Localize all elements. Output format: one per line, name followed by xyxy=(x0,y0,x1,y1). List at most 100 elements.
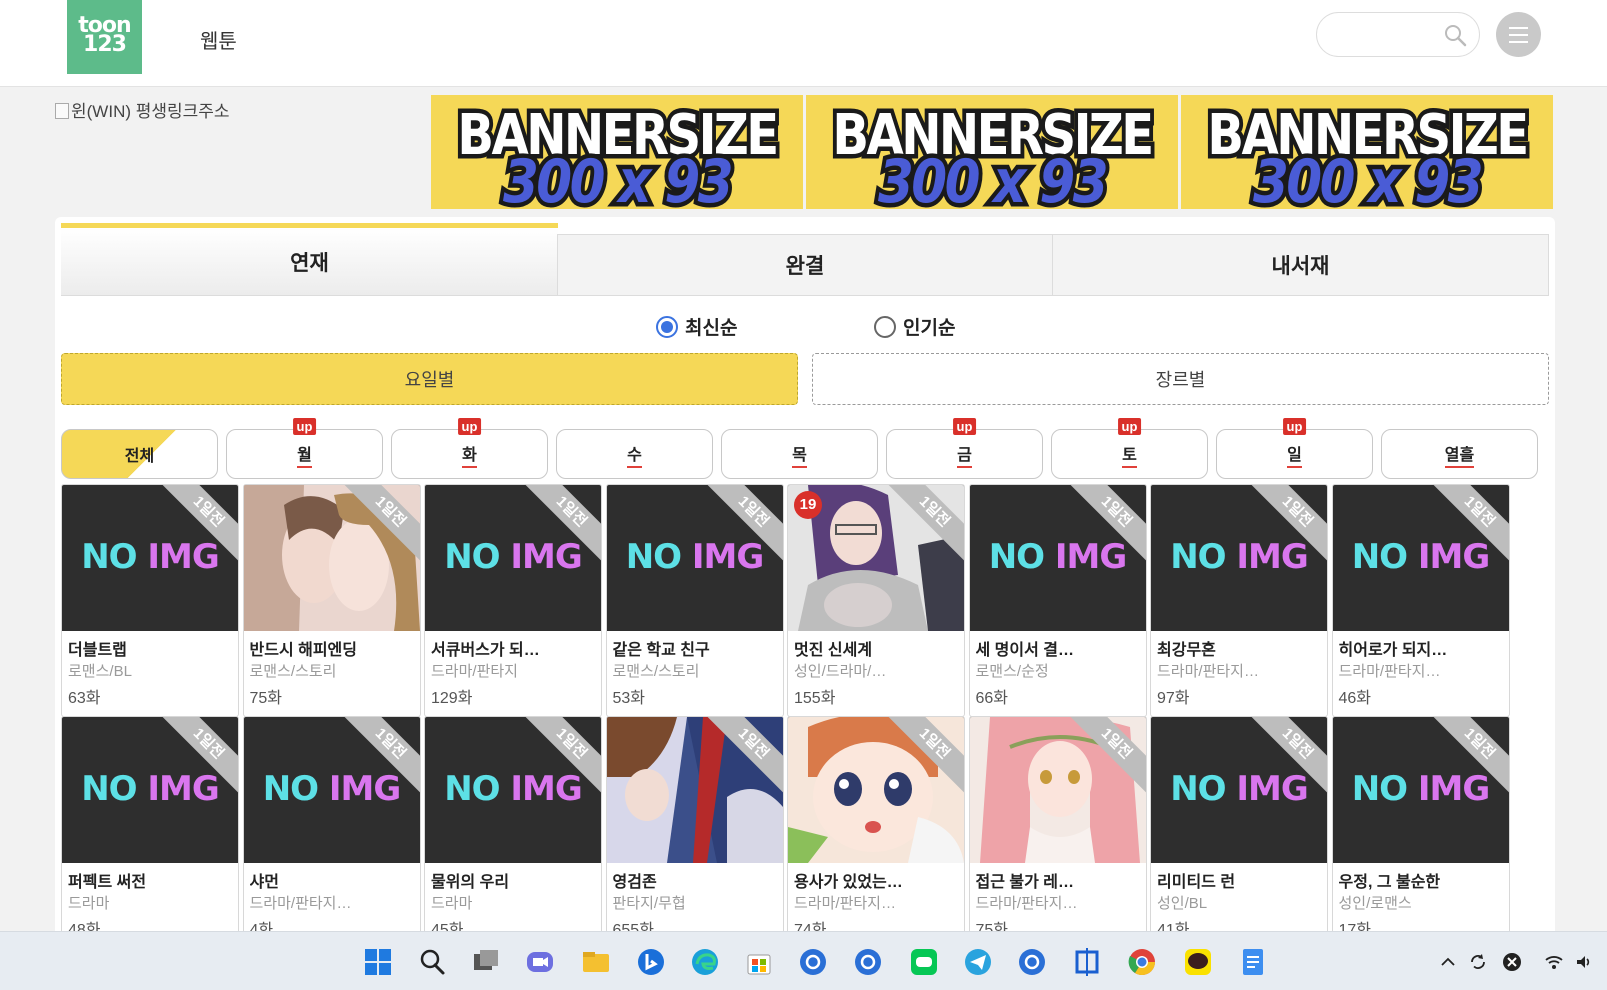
webtoon-card[interactable]: NO IMG1일전샤먼드라마/판타지…4화 xyxy=(242,716,421,949)
tab-completed[interactable]: 완결 xyxy=(557,234,1053,296)
site-logo[interactable]: toon 123 xyxy=(67,0,142,74)
tab-my-library[interactable]: 내서재 xyxy=(1052,234,1549,296)
file-explorer-icon[interactable] xyxy=(580,946,612,978)
search-icon[interactable] xyxy=(1443,23,1467,47)
app-icon[interactable] xyxy=(1016,946,1048,978)
line-icon[interactable] xyxy=(908,946,940,978)
webtoon-card[interactable]: NO IMG 1일전 더블트랩 로맨스/BL 63화 xyxy=(61,484,239,717)
webtoon-thumbnail[interactable]: 1일전 xyxy=(243,485,420,631)
webtoon-card[interactable]: NO IMG1일전리미티드 런성인/BL41화 xyxy=(1150,716,1328,949)
kakaotalk-icon[interactable] xyxy=(1182,946,1214,978)
webtoon-episodes: 129화 xyxy=(431,690,473,707)
webtoon-card[interactable]: NO IMG 1일전 세 명이서 결… 로맨스/순정 66화 xyxy=(968,484,1147,717)
weekday-button-3[interactable]: 수 xyxy=(556,429,713,479)
store-icon[interactable] xyxy=(743,946,775,978)
no-image-text: IMG xyxy=(510,537,582,577)
app-icon[interactable] xyxy=(852,946,884,978)
search-icon[interactable] xyxy=(416,946,448,978)
volume-icon[interactable] xyxy=(1574,952,1594,972)
adult-badge: 19 xyxy=(794,491,822,519)
no-image-text: IMG xyxy=(1236,769,1308,809)
close-circle-icon[interactable] xyxy=(1502,952,1522,972)
broken-banner-image[interactable]: 윈(WIN) 평생링크주소 xyxy=(55,97,230,122)
webtoon-thumbnail[interactable]: NO IMG 1일전 xyxy=(606,485,783,631)
chrome-icon[interactable] xyxy=(1126,946,1158,978)
weekday-label: 열흘 xyxy=(1444,441,1475,468)
weekday-button-5[interactable]: up 금 xyxy=(886,418,1043,479)
nav-webtoon-link[interactable]: 웹툰 xyxy=(200,25,237,54)
ad-banner-2[interactable]: BANNERSIZE 300 x 93 xyxy=(806,95,1178,209)
webtoon-card[interactable]: 1일전용사가 있었는…드라마/판타지…74화 xyxy=(787,716,965,949)
weekday-button-2[interactable]: up 화 xyxy=(391,418,548,479)
chevron-up-icon[interactable] xyxy=(1438,952,1458,972)
weekday-label: 일 xyxy=(1287,441,1302,468)
weekday-filter: 전체 up 월 up 화 수 목 up 금 up 토 up 일 열흘 xyxy=(61,418,1555,479)
webtoon-thumbnail[interactable]: NO IMG 1일전 xyxy=(1332,717,1509,863)
webtoon-card[interactable]: NO IMG1일전우정, 그 불순한성인/로맨스17화 xyxy=(1331,716,1510,949)
webtoon-thumbnail[interactable]: NO IMG 1일전 xyxy=(62,485,238,631)
task-view-icon[interactable] xyxy=(470,946,502,978)
snip-icon[interactable] xyxy=(1071,946,1103,978)
notepad-icon[interactable] xyxy=(1237,946,1269,978)
webtoon-card[interactable]: 1일전 반드시 해피엔딩 로맨스/스토리 75화 xyxy=(242,484,421,717)
weekday-button-0[interactable]: 전체 xyxy=(61,429,218,479)
weekday-button-8[interactable]: 열흘 xyxy=(1381,429,1538,479)
webtoon-card[interactable]: 1일전영검존판타지/무협655화 xyxy=(605,716,784,949)
webtoon-thumbnail[interactable]: NO IMG 1일전 xyxy=(425,485,601,631)
weekday-button-4[interactable]: 목 xyxy=(721,429,878,479)
by-genre-button[interactable]: 장르별 xyxy=(812,353,1549,405)
up-badge: up xyxy=(1282,418,1307,435)
webtoon-card[interactable]: NO IMG 1일전서큐버스가 되… 드라마/판타지 129화 xyxy=(424,484,602,717)
webtoon-thumbnail[interactable]: NO IMG 1일전 xyxy=(425,717,601,863)
ad-banner-3[interactable]: BANNERSIZE 300 x 93 xyxy=(1181,95,1553,209)
webtoon-card[interactable]: NO IMG 1일전 히어로가 되지… 드라마/판타지… 46화 xyxy=(1331,484,1510,717)
by-weekday-button[interactable]: 요일별 xyxy=(61,353,798,405)
wifi-icon[interactable] xyxy=(1544,952,1564,972)
weekday-button-7[interactable]: up 일 xyxy=(1216,418,1373,479)
sort-popular-radio[interactable]: 인기순 xyxy=(874,313,955,340)
telegram-icon[interactable] xyxy=(962,946,994,978)
webtoon-thumbnail[interactable]: NO IMG 1일전 xyxy=(1151,485,1327,631)
edge-icon[interactable] xyxy=(689,946,721,978)
meet-icon[interactable] xyxy=(524,946,556,978)
webtoon-card[interactable]: NO IMG 1일전 최강무혼 드라마/판타지… 97화 xyxy=(1150,484,1328,717)
webtoon-genre: 드라마 xyxy=(68,895,110,912)
webtoon-title: 서큐버스가 되… xyxy=(431,642,540,659)
sync-icon[interactable] xyxy=(1468,952,1488,972)
app-icon[interactable] xyxy=(797,946,829,978)
sort-latest-radio[interactable]: 최신순 xyxy=(656,313,737,340)
bing-icon[interactable] xyxy=(635,946,667,978)
webtoon-genre: 드라마/판타지 xyxy=(431,663,518,680)
no-image-text: NO xyxy=(988,537,1045,577)
webtoon-thumbnail[interactable]: NO IMG 1일전 xyxy=(1332,485,1509,631)
webtoon-thumbnail[interactable]: NO IMG 1일전 xyxy=(62,717,238,863)
webtoon-thumbnail[interactable]: 1일전 xyxy=(788,717,964,863)
ad-banner-1[interactable]: BANNERSIZE 300 x 93 xyxy=(431,95,803,209)
no-image-placeholder: NO IMG xyxy=(607,537,783,577)
windows-start-icon[interactable] xyxy=(362,946,394,978)
webtoon-card[interactable]: 1일전 19 멋진 신세계 성인/드라마/… 155화 xyxy=(787,484,965,717)
webtoon-thumbnail[interactable]: 1일전 19 xyxy=(788,485,964,631)
weekday-button-6[interactable]: up 토 xyxy=(1051,418,1208,479)
no-image-placeholder: NO IMG xyxy=(244,769,420,809)
webtoon-title: 영검존 xyxy=(612,874,657,891)
weekday-button-1[interactable]: up 월 xyxy=(226,418,383,479)
webtoon-thumbnail[interactable]: NO IMG 1일전 xyxy=(243,717,420,863)
webtoon-genre: 드라마/판타지… xyxy=(1338,663,1441,680)
webtoon-thumbnail[interactable]: 1일전 xyxy=(969,717,1146,863)
no-image-text: NO xyxy=(81,537,137,577)
webtoon-card[interactable]: NO IMG1일전퍼펙트 써전드라마48화 xyxy=(61,716,239,949)
webtoon-thumbnail[interactable]: 1일전 xyxy=(606,717,783,863)
webtoon-episodes: 66화 xyxy=(975,690,1009,707)
webtoon-card[interactable]: NO IMG1일전물위의 우리드라마45화 xyxy=(424,716,602,949)
webtoon-thumbnail[interactable]: NO IMG 1일전 xyxy=(1151,717,1327,863)
webtoon-card[interactable]: 1일전접근 불가 레…드라마/판타지…75화 xyxy=(968,716,1147,949)
webtoon-card[interactable]: NO IMG 1일전 같은 학교 친구 로맨스/스토리 53화 xyxy=(605,484,784,717)
hamburger-menu-button[interactable] xyxy=(1496,12,1541,57)
webtoon-thumbnail[interactable]: NO IMG 1일전 xyxy=(969,485,1146,631)
tab-serializing[interactable]: 연재 xyxy=(61,223,558,296)
search-input[interactable] xyxy=(1331,23,1441,47)
webtoon-genre: 드라마/판타지… xyxy=(249,895,352,912)
webtoon-title: 물위의 우리 xyxy=(431,874,510,891)
no-image-text: IMG xyxy=(1417,537,1490,577)
